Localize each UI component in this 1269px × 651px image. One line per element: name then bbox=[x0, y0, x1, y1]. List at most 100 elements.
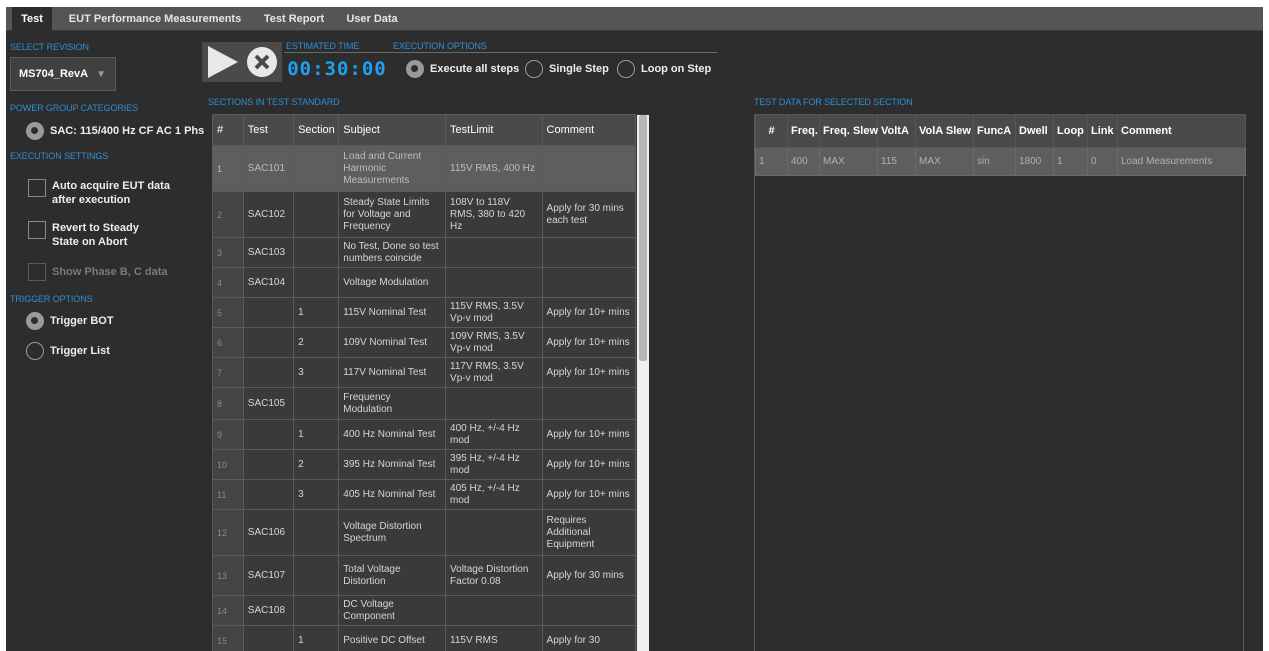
column-header[interactable]: FuncA bbox=[973, 114, 1016, 148]
column-header[interactable]: # bbox=[755, 114, 788, 148]
table-row[interactable]: 11 3 405 Hz Nominal Test 405 Hz, +/-4 Hz mo… bbox=[212, 479, 637, 510]
tab-eut-performance-measurements[interactable]: EUT Performance Measurements bbox=[60, 7, 250, 31]
scrollbar-thumb[interactable] bbox=[639, 115, 647, 361]
column-header[interactable]: Loop bbox=[1053, 114, 1088, 148]
column-header[interactable]: TestLimit bbox=[445, 114, 543, 146]
execute-all-steps-option[interactable]: Execute all steps bbox=[406, 60, 519, 78]
table-cell: 1 bbox=[212, 145, 244, 192]
table-row[interactable]: 6 2 109V Nominal Test 109V RMS, 3.5V Vp-v m… bbox=[212, 327, 637, 358]
column-header[interactable]: Comment bbox=[541, 114, 637, 146]
column-header[interactable]: VoltA bbox=[877, 114, 916, 148]
table-row[interactable]: 8 SAC105 Frequency Modulation bbox=[212, 387, 637, 420]
column-header[interactable]: Freq. bbox=[787, 114, 820, 148]
revision-select-value: MS704_RevA bbox=[19, 68, 89, 80]
table-cell: 0 bbox=[1087, 147, 1118, 176]
column-header[interactable]: # bbox=[212, 114, 244, 146]
table-cell bbox=[541, 387, 637, 420]
table-cell bbox=[242, 327, 295, 358]
table-cell bbox=[445, 387, 543, 420]
table-row[interactable]: 7 3 117V Nominal Test 117V RMS, 3.5V Vp-v m… bbox=[212, 357, 637, 388]
table-row[interactable]: 1 SAC101 Load and Current Harmonic Measure… bbox=[212, 145, 637, 192]
single-step-option[interactable]: Single Step bbox=[525, 60, 609, 78]
column-header[interactable]: Link bbox=[1087, 114, 1118, 148]
revision-select[interactable]: MS704_RevA ▼ bbox=[10, 57, 116, 91]
column-header[interactable]: Section bbox=[293, 114, 340, 146]
radio-selected-icon bbox=[26, 122, 44, 140]
table-cell: Apply for 30 bbox=[541, 625, 637, 651]
table-cell: 395 Hz, +/-4 Hz mod bbox=[445, 449, 543, 480]
table-cell: 1 bbox=[755, 147, 788, 176]
loop-on-step-option[interactable]: Loop on Step bbox=[617, 60, 711, 78]
table-cell bbox=[242, 625, 295, 651]
table-row[interactable]: 13 SAC107 Total Voltage Distortion Voltage … bbox=[212, 555, 637, 596]
checkbox-box bbox=[28, 221, 46, 239]
table-cell: Load Measurements bbox=[1117, 147, 1246, 176]
table-row[interactable]: 1 400 MAX 115 MAX sin 1800 1 0 Load Measurements bbox=[755, 147, 1246, 176]
table-cell: Apply for 10+ mins bbox=[541, 449, 637, 480]
table-cell: 1 bbox=[293, 625, 340, 651]
chevron-down-icon: ▼ bbox=[96, 69, 106, 80]
abort-button[interactable] bbox=[242, 42, 282, 82]
table-row[interactable]: 12 SAC106 Voltage Distortion Spectrum Requi… bbox=[212, 509, 637, 556]
table-row[interactable]: 9 1 400 Hz Nominal Test 400 Hz, +/-4 Hz mod… bbox=[212, 419, 637, 450]
table-cell: 109V RMS, 3.5V Vp-v mod bbox=[445, 327, 543, 358]
power-group-option[interactable]: SAC: 115/400 Hz CF AC 1 Phs bbox=[26, 122, 204, 140]
trigger-list-label: Trigger List bbox=[50, 345, 110, 357]
table-row[interactable]: 10 2 395 Hz Nominal Test 395 Hz, +/-4 Hz mo… bbox=[212, 449, 637, 480]
column-header[interactable]: VolA Slew bbox=[915, 114, 974, 148]
table-cell: SAC102 bbox=[242, 191, 295, 238]
table-row[interactable]: 4 SAC104 Voltage Modulation bbox=[212, 267, 637, 298]
table-cell: 6 bbox=[212, 327, 244, 358]
run-button[interactable] bbox=[202, 42, 242, 82]
radio-selected-icon bbox=[406, 60, 424, 78]
auto-acquire-checkbox[interactable]: Auto acquire EUT data after execution bbox=[28, 179, 178, 207]
table-cell: No Test, Done so test numbers coincide bbox=[338, 237, 447, 268]
column-header[interactable]: Subject bbox=[338, 114, 447, 146]
table-row[interactable]: 15 1 Positive DC Offset 115V RMS Apply for 3… bbox=[212, 625, 637, 651]
checkbox-box bbox=[28, 263, 46, 281]
sections-table-label: SECTIONS IN TEST STANDARD bbox=[208, 97, 340, 107]
sections-scrollbar[interactable] bbox=[637, 115, 649, 651]
sections-table: # Test Section Subject TestLimit Comment… bbox=[212, 114, 637, 651]
tab-user-data[interactable]: User Data bbox=[340, 7, 404, 31]
column-header[interactable]: Freq. Slew bbox=[819, 114, 878, 148]
tab-test-report[interactable]: Test Report bbox=[256, 7, 332, 31]
table-cell: Voltage Distortion Spectrum bbox=[338, 509, 447, 556]
tab-test[interactable]: Test bbox=[12, 7, 52, 31]
table-cell: Apply for 30 mins bbox=[541, 555, 637, 596]
table-row[interactable]: 14 SAC108 DC Voltage Component bbox=[212, 595, 637, 626]
table-row[interactable]: 2 SAC102 Steady State Limits for Voltage a… bbox=[212, 191, 637, 238]
column-header[interactable]: Test bbox=[242, 114, 295, 146]
table-cell bbox=[293, 237, 340, 268]
table-cell: Total Voltage Distortion bbox=[338, 555, 447, 596]
table-cell: 15 bbox=[212, 625, 244, 651]
table-cell: Apply for 10+ mins bbox=[541, 297, 637, 328]
estimated-time-label: ESTIMATED TIME bbox=[286, 41, 360, 51]
test-data-table-label: TEST DATA FOR SELECTED SECTION bbox=[754, 97, 913, 107]
show-phase-bc-checkbox[interactable]: Show Phase B, C data bbox=[28, 263, 178, 281]
test-data-table: # Freq. Freq. Slew VoltA VolA Slew FuncA… bbox=[755, 114, 1246, 176]
trigger-bot-option[interactable]: Trigger BOT bbox=[26, 312, 114, 330]
table-row[interactable]: 5 1 115V Nominal Test 115V RMS, 3.5V Vp-v m… bbox=[212, 297, 637, 328]
table-cell bbox=[445, 595, 543, 626]
table-cell: 9 bbox=[212, 419, 244, 450]
tab-bar: Test EUT Performance Measurements Test R… bbox=[6, 7, 1263, 31]
table-cell bbox=[242, 449, 295, 480]
table-cell: 115V RMS bbox=[445, 625, 543, 651]
abort-icon bbox=[247, 47, 277, 77]
table-cell: Positive DC Offset bbox=[338, 625, 447, 651]
table-cell: 3 bbox=[293, 479, 340, 510]
table-cell: sin bbox=[973, 147, 1016, 176]
table-cell: 1800 bbox=[1015, 147, 1054, 176]
revert-steady-state-checkbox[interactable]: Revert to Steady State on Abort bbox=[28, 221, 178, 249]
table-cell: SAC104 bbox=[242, 267, 295, 298]
table-cell: MAX bbox=[915, 147, 974, 176]
table-cell: 8 bbox=[212, 387, 244, 420]
trigger-list-option[interactable]: Trigger List bbox=[26, 342, 110, 360]
table-cell: SAC108 bbox=[242, 595, 295, 626]
table-row[interactable]: 3 SAC103 No Test, Done so test numbers coi… bbox=[212, 237, 637, 268]
table-cell: 4 bbox=[212, 267, 244, 298]
column-header[interactable]: Comment bbox=[1117, 114, 1246, 148]
table-cell: 11 bbox=[212, 479, 244, 510]
column-header[interactable]: Dwell bbox=[1015, 114, 1054, 148]
